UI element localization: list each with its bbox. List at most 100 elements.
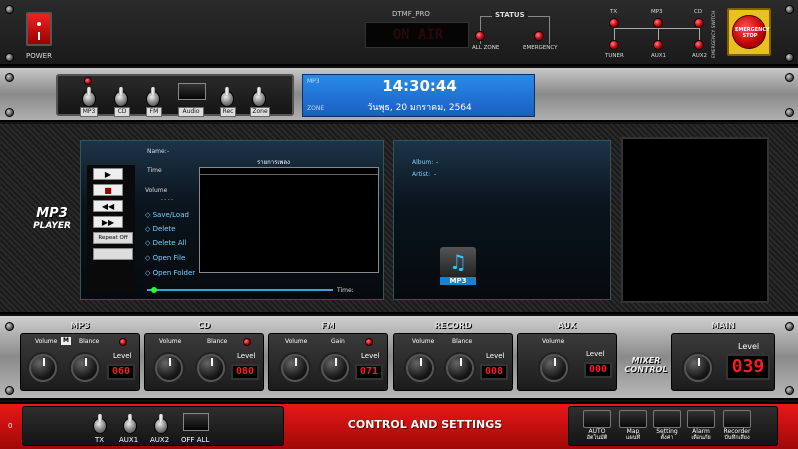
- mixer-cd: Volume Blance Level 080: [144, 333, 264, 391]
- cd-level-label: Level: [237, 352, 256, 360]
- player-volume-label: Volume: [145, 187, 168, 194]
- clock-time: 14:30:44: [382, 77, 457, 95]
- route-mp3-led[interactable]: [653, 18, 663, 28]
- record-volume-label: Volume: [412, 338, 435, 345]
- fm-volume-knob[interactable]: [281, 354, 309, 382]
- dtmf-display: ON AIR: [365, 22, 469, 48]
- rewind-button[interactable]: ◀◀: [93, 200, 123, 212]
- screw: [785, 386, 794, 395]
- record-balance-knob[interactable]: [446, 354, 474, 382]
- screw: [785, 73, 794, 82]
- cd-level: 080: [231, 364, 259, 380]
- source-audio-button[interactable]: [178, 83, 206, 100]
- off-all-button[interactable]: [183, 413, 209, 431]
- control-zero: 0: [8, 422, 13, 430]
- album-label: Album:: [412, 159, 434, 166]
- route-aux2-led[interactable]: [694, 40, 704, 50]
- player-logo-line1: MP3: [36, 206, 68, 221]
- map-label-th: แผนที่: [625, 435, 641, 441]
- tx-toggle[interactable]: [93, 414, 107, 434]
- fm-gain-label: Gain: [331, 338, 345, 345]
- progress-thumb[interactable]: [150, 287, 157, 293]
- record-volume-knob[interactable]: [406, 354, 434, 382]
- playlist-title: รายการเพลง: [257, 159, 290, 166]
- emergency-stop-button[interactable]: EMERGENCY STOP: [727, 8, 771, 56]
- route-tuner-led[interactable]: [609, 40, 619, 50]
- mp3-level-label: Level: [113, 352, 132, 360]
- route-cd-led[interactable]: [694, 18, 704, 28]
- forward-button[interactable]: ▶▶: [93, 216, 123, 228]
- screw: [785, 322, 794, 331]
- blank-button[interactable]: [93, 248, 133, 260]
- source-label-fm: FM: [146, 107, 162, 117]
- source-mp3-led: [84, 77, 92, 85]
- source-zone-toggle[interactable]: [252, 87, 266, 107]
- stop-button[interactable]: ■: [93, 184, 123, 196]
- route-mp3-label: MP3: [651, 9, 663, 15]
- auto-label-en: AUTO: [588, 428, 606, 435]
- screw: [5, 386, 14, 395]
- cd-volume-knob[interactable]: [155, 354, 183, 382]
- power-indicator-bar: [38, 32, 40, 40]
- setting-button[interactable]: [653, 410, 681, 428]
- source-label-cd: CD: [114, 107, 130, 117]
- menu-open-folder[interactable]: ◇ Open Folder: [145, 269, 195, 277]
- playlist-box[interactable]: [199, 167, 379, 273]
- progress-label: Time:: [337, 287, 354, 294]
- menu-open-file[interactable]: ◇ Open File: [145, 254, 185, 262]
- mp3-balance-knob[interactable]: [71, 354, 99, 382]
- recorder-button[interactable]: [723, 410, 751, 428]
- control-panel: 0 TX AUX1 AUX2 OFF ALL CONTROL AND SETTI…: [0, 402, 798, 449]
- fm-gain-knob[interactable]: [321, 354, 349, 382]
- fm-volume-label: Volume: [285, 338, 308, 345]
- cd-balance-knob[interactable]: [197, 354, 225, 382]
- play-button[interactable]: ▶: [93, 168, 123, 180]
- alarm-label-en: Alarm: [692, 428, 710, 435]
- alarm-button[interactable]: [687, 410, 715, 428]
- source-rec-toggle[interactable]: [220, 87, 234, 107]
- menu-delete[interactable]: ◇ Delete: [145, 225, 176, 233]
- alarm-label: Alarm เตือนภัย: [683, 428, 719, 442]
- record-balance-label: Blance: [452, 338, 473, 345]
- mp3-volume-knob[interactable]: [29, 354, 57, 382]
- progress-track[interactable]: [147, 287, 333, 293]
- mp3-balance-label: Blance: [79, 338, 100, 345]
- mp3-mute-badge[interactable]: M: [61, 337, 71, 345]
- screw: [785, 53, 794, 62]
- auto-button[interactable]: [583, 410, 611, 428]
- source-cd-toggle[interactable]: [114, 87, 128, 107]
- menu-save-load-label: Save/Load: [152, 211, 189, 219]
- all-zone-led[interactable]: [475, 31, 485, 41]
- route-line-top: [614, 28, 700, 29]
- main-level-knob[interactable]: [684, 354, 712, 382]
- emergency-stop-label: EMERGENCY STOP: [735, 27, 770, 39]
- route-tx-led[interactable]: [609, 18, 619, 28]
- emergency-led[interactable]: [534, 31, 544, 41]
- recorder-label: Recorder บันทึกเสียง: [717, 428, 757, 442]
- route-aux1-led[interactable]: [653, 40, 663, 50]
- source-mp3-toggle[interactable]: [82, 87, 96, 107]
- power-button[interactable]: [26, 12, 52, 46]
- aux1-toggle[interactable]: [123, 414, 137, 434]
- top-panel: POWER DTMF_PRO ON AIR STATUS ALL ZONE EM…: [0, 0, 798, 66]
- aux2-toggle[interactable]: [154, 414, 168, 434]
- transport-panel: ▶ ■ ◀◀ ▶▶ Repeat Off: [87, 165, 135, 293]
- mixer-control-line2: CONTROL: [624, 365, 668, 374]
- menu-delete-all[interactable]: ◇ Delete All: [145, 239, 187, 247]
- repeat-button[interactable]: Repeat Off: [93, 232, 133, 244]
- menu-save-load[interactable]: ◇ Save/Load: [145, 211, 189, 219]
- playlist-header: [200, 174, 378, 175]
- mixer-fm-title: FM: [321, 321, 335, 330]
- aux-volume-knob[interactable]: [540, 354, 568, 382]
- aux2-label: AUX2: [150, 436, 170, 444]
- album-value: -: [436, 159, 439, 166]
- fm-level-label: Level: [361, 352, 380, 360]
- mixer-mp3-title: MP3: [70, 321, 90, 330]
- source-label-rec: Rec: [220, 107, 236, 117]
- off-all-label: OFF ALL: [181, 436, 210, 444]
- screw: [5, 108, 14, 117]
- fm-led: [365, 338, 373, 346]
- mixer-record: Volume Blance Level 008: [393, 333, 513, 391]
- map-button[interactable]: [619, 410, 647, 428]
- source-fm-toggle[interactable]: [146, 87, 160, 107]
